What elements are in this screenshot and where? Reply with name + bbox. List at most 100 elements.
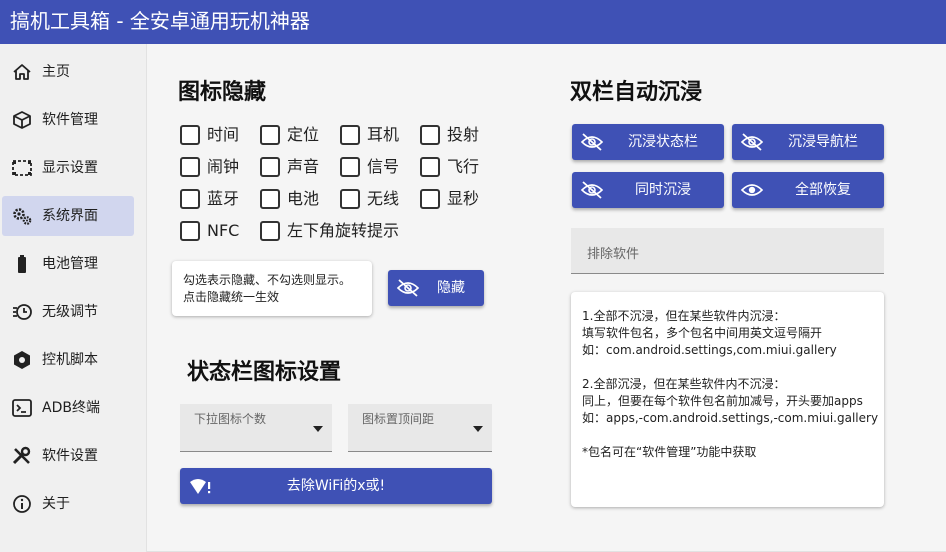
hide-button[interactable]: 隐藏 <box>388 270 484 306</box>
sidebar-item-script[interactable]: 控机脚本 <box>2 340 134 380</box>
terminal-icon <box>12 399 32 417</box>
checkbox-box[interactable] <box>260 221 280 241</box>
checkbox-label: 显秒 <box>447 189 480 208</box>
package-icon <box>13 111 31 129</box>
immersive-navbar-label: 沉浸导航栏 <box>788 134 858 150</box>
checkbox-label: 信号 <box>367 157 400 176</box>
checkbox-alarm[interactable]: 闹钟 <box>180 156 250 178</box>
sidebar-item-home[interactable]: 主页 <box>2 52 134 92</box>
eye-icon <box>740 184 764 196</box>
remove-wifi-mark-label: 去除WiFi的x或! <box>286 478 386 494</box>
checkbox-box[interactable] <box>180 221 200 241</box>
info-icon <box>13 495 31 513</box>
sidebar-item-stepless[interactable]: 无级调节 <box>2 292 134 332</box>
checkbox-nfc[interactable]: NFC <box>180 220 250 242</box>
checkbox-sound[interactable]: 声音 <box>260 156 330 178</box>
checkbox-label: NFC <box>207 221 240 240</box>
info-line: 1.全部不沉浸，但在某些软件内沉浸： <box>582 309 786 323</box>
checkbox-time[interactable]: 时间 <box>180 124 250 146</box>
checkbox-box[interactable] <box>180 189 200 209</box>
immersive-navbar-button[interactable]: 沉浸导航栏 <box>732 124 884 160</box>
checkbox-seconds[interactable]: 显秒 <box>420 188 490 210</box>
dropdown-icon-spacing[interactable]: 图标置顶间距 <box>348 404 492 452</box>
dropdown-arrow-icon <box>473 426 483 432</box>
dropdown-label: 下拉图标个数 <box>194 412 267 426</box>
battery-icon <box>18 255 26 273</box>
eye-off-icon <box>580 133 604 151</box>
info-line: 2.全部沉浸，但在某些软件内不沉浸： <box>582 377 786 391</box>
hint-line: 点击隐藏统一生效 <box>183 290 280 304</box>
checkbox-label: 时间 <box>207 125 240 144</box>
checkbox-airplane[interactable]: 飞行 <box>420 156 490 178</box>
sidebar-item-adb[interactable]: ADB终端 <box>2 388 134 428</box>
exclude-apps-input[interactable]: 排除软件 <box>571 228 884 274</box>
checkbox-box[interactable] <box>340 189 360 209</box>
eye-off-icon <box>740 133 764 151</box>
restore-all-label: 全部恢复 <box>795 182 851 198</box>
icon-hide-title: 图标隐藏 <box>178 80 267 105</box>
exclude-apps-placeholder: 排除软件 <box>587 247 640 262</box>
main-content: 图标隐藏 时间 定位 耳机 投射 闹钟 声音 信号 飞行 蓝牙 电池 无线 显秒… <box>146 44 946 552</box>
app-title: 搞机工具箱 - 全安卓通用玩机神器 <box>10 9 310 33</box>
info-line: 如：apps,-com.android.settings,-com.miui.g… <box>582 411 879 425</box>
checkbox-label: 定位 <box>287 125 320 144</box>
checkbox-box[interactable] <box>260 189 280 209</box>
checkbox-headset[interactable]: 耳机 <box>340 124 410 146</box>
tools-icon <box>12 446 31 465</box>
checkbox-wireless[interactable]: 无线 <box>340 188 410 210</box>
info-line: *包名可在“软件管理”功能中获取 <box>582 445 757 459</box>
hide-button-label: 隐藏 <box>437 280 465 296</box>
checkbox-label: 耳机 <box>367 125 400 144</box>
checkbox-label: 无线 <box>367 189 400 208</box>
checkbox-label: 左下角旋转提示 <box>287 221 400 240</box>
checkbox-box[interactable] <box>260 157 280 177</box>
checkbox-box[interactable] <box>180 125 200 145</box>
immersive-statusbar-button[interactable]: 沉浸状态栏 <box>572 124 724 160</box>
checkbox-signal[interactable]: 信号 <box>340 156 410 178</box>
sidebar-item-display[interactable]: 显示设置 <box>2 148 134 188</box>
checkbox-label: 电池 <box>287 189 320 208</box>
sidebar: 主页 软件管理 显示设置 系统界面 电池管理 无级调节 控机脚本 ADB终端 软… <box>0 44 146 552</box>
dropdown-icon-count[interactable]: 下拉图标个数 <box>180 404 332 452</box>
sidebar-item-battery[interactable]: 电池管理 <box>2 244 134 284</box>
sidebar-item-label: 控机脚本 <box>42 352 98 368</box>
sidebar-item-software[interactable]: 软件管理 <box>2 100 134 140</box>
restore-all-button[interactable]: 全部恢复 <box>732 172 884 208</box>
eye-off-icon <box>580 181 604 199</box>
immersive-both-label: 同时沉浸 <box>635 182 691 198</box>
checkbox-box[interactable] <box>420 189 440 209</box>
checkbox-box[interactable] <box>420 125 440 145</box>
immersive-title: 双栏自动沉浸 <box>570 80 703 105</box>
checkbox-box[interactable] <box>340 157 360 177</box>
sidebar-item-label: 系统界面 <box>42 208 98 224</box>
display-icon <box>12 160 32 176</box>
checkbox-rotate-hint[interactable]: 左下角旋转提示 <box>260 220 420 242</box>
sidebar-item-settings[interactable]: 软件设置 <box>2 436 134 476</box>
checkbox-label: 投射 <box>447 125 480 144</box>
dropdown-arrow-icon <box>313 426 323 432</box>
checkbox-box[interactable] <box>420 157 440 177</box>
sidebar-item-label: 软件设置 <box>42 448 98 464</box>
checkbox-box[interactable] <box>260 125 280 145</box>
sidebar-item-label: 关于 <box>42 496 70 512</box>
info-line: 同上，但要在每个软件包名前加减号，开头要加apps <box>582 394 863 408</box>
hint-line: 勾选表示隐藏、不勾选则显示。 <box>183 273 352 287</box>
checkbox-battery[interactable]: 电池 <box>260 188 330 210</box>
checkbox-bluetooth[interactable]: 蓝牙 <box>180 188 250 210</box>
sidebar-item-label: 电池管理 <box>42 256 98 272</box>
checkbox-location[interactable]: 定位 <box>260 124 330 146</box>
remove-wifi-mark-button[interactable]: 去除WiFi的x或! <box>180 468 492 504</box>
sidebar-item-system-ui[interactable]: 系统界面 <box>2 196 134 236</box>
checkbox-label: 飞行 <box>447 157 480 176</box>
checkbox-label: 声音 <box>287 157 320 176</box>
checkbox-label: 蓝牙 <box>207 189 240 208</box>
info-line: 如：com.android.settings,com.miui.gallery <box>582 343 837 357</box>
checkbox-box[interactable] <box>180 157 200 177</box>
checkbox-box[interactable] <box>340 125 360 145</box>
immersive-both-button[interactable]: 同时沉浸 <box>572 172 724 208</box>
timer-icon <box>13 304 32 320</box>
checkbox-cast[interactable]: 投射 <box>420 124 490 146</box>
checkbox-label: 闹钟 <box>207 157 240 176</box>
hexagon-icon <box>14 351 30 369</box>
sidebar-item-about[interactable]: 关于 <box>2 484 134 524</box>
